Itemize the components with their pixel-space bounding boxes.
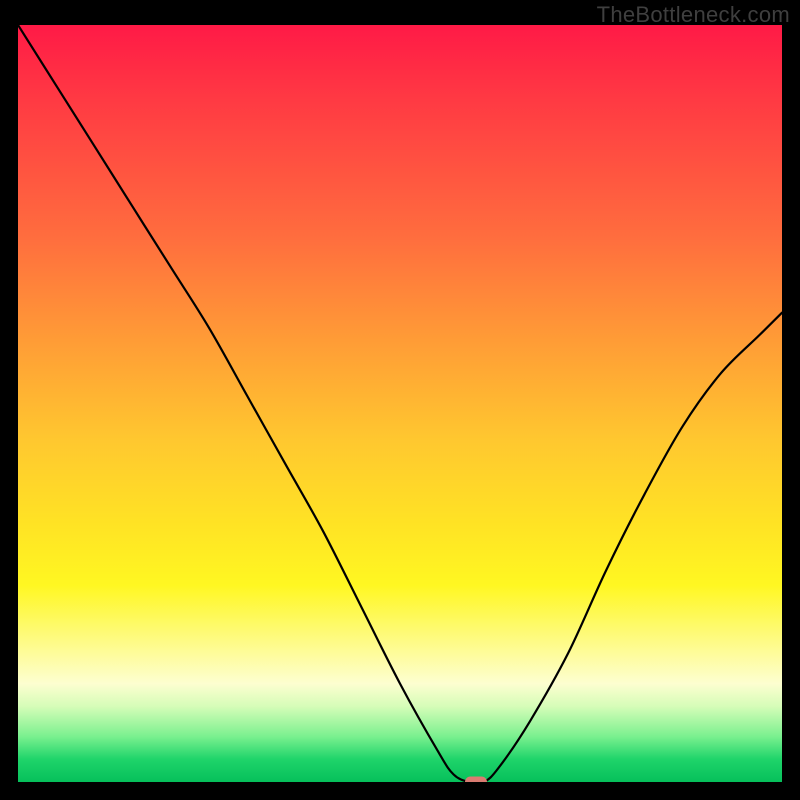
minimum-marker (465, 777, 487, 783)
chart-frame: TheBottleneck.com (0, 0, 800, 800)
bottleneck-curve (18, 25, 782, 782)
plot-area (18, 25, 782, 782)
watermark-text: TheBottleneck.com (597, 2, 790, 28)
